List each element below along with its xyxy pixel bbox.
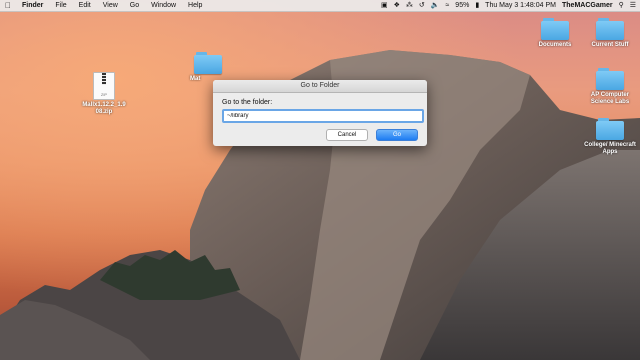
desktop-icon-label: College/ Minecraft Apps bbox=[584, 142, 636, 155]
spotlight-icon[interactable]: ⚲ bbox=[619, 0, 624, 11]
menu-help[interactable]: Help bbox=[182, 0, 208, 11]
folder-icon bbox=[541, 18, 569, 40]
camera-icon[interactable]: ▣ bbox=[381, 0, 388, 11]
menu-go[interactable]: Go bbox=[124, 0, 145, 11]
desktop-folder-ap-computer-science-labs[interactable]: AP Computer Science Labs bbox=[580, 68, 640, 106]
zip-file-icon: ZIP bbox=[93, 72, 115, 100]
go-button[interactable]: Go bbox=[376, 129, 418, 141]
battery-icon: ▮ bbox=[475, 2, 480, 9]
menu-finder[interactable]: Finder bbox=[16, 0, 49, 11]
menu-view[interactable]: View bbox=[97, 0, 124, 11]
dropbox-icon[interactable]: ❖ bbox=[394, 0, 400, 11]
zip-badge: ZIP bbox=[100, 92, 108, 97]
desktop-icon-label: AP Computer Science Labs bbox=[590, 92, 630, 105]
desktop-folder-mat[interactable]: Mat bbox=[188, 52, 228, 83]
desktop-folder-college-minecraft-apps[interactable]: College/ Minecraft Apps bbox=[580, 118, 640, 156]
desktop-icon-label: Current Stuff bbox=[591, 42, 629, 48]
clock[interactable]: Thu May 3 1:48:04 PM bbox=[485, 2, 556, 9]
menu-file[interactable]: File bbox=[49, 0, 72, 11]
menu-edit[interactable]: Edit bbox=[73, 0, 97, 11]
cancel-button[interactable]: Cancel bbox=[326, 129, 368, 141]
desktop-folder-documents[interactable]: Documents bbox=[525, 18, 585, 49]
wallpaper-mountain bbox=[0, 50, 640, 360]
folder-icon bbox=[596, 118, 624, 140]
dialog-title: Go to Folder bbox=[213, 80, 427, 93]
bluetooth-icon[interactable]: ⁂ bbox=[406, 0, 413, 11]
notification-center-icon[interactable]: ☰ bbox=[630, 0, 636, 11]
folder-icon bbox=[194, 52, 222, 74]
wifi-icon[interactable]: ≈ bbox=[445, 0, 449, 11]
go-to-folder-dialog: Go to Folder Go to the folder: Cancel Go bbox=[213, 80, 427, 146]
desktop-icon-label: Documents bbox=[538, 42, 572, 48]
menu-window[interactable]: Window bbox=[145, 0, 182, 11]
folder-icon bbox=[596, 18, 624, 40]
apple-menu-icon[interactable]:  bbox=[0, 0, 16, 11]
desktop:  Finder File Edit View Go Window Help ▣… bbox=[0, 0, 640, 360]
desktop-icon-label: Mallx1.12.2_1.9 08.zip bbox=[82, 102, 126, 115]
dialog-prompt: Go to the folder: bbox=[222, 99, 273, 106]
volume-icon[interactable]: 🔈 bbox=[431, 0, 440, 11]
time-machine-icon[interactable]: ↺ bbox=[419, 0, 425, 11]
folder-path-input[interactable] bbox=[222, 109, 424, 123]
menu-bar:  Finder File Edit View Go Window Help ▣… bbox=[0, 0, 640, 12]
folder-icon bbox=[596, 68, 624, 90]
user-name[interactable]: TheMACGamer bbox=[562, 2, 613, 9]
status-area: ▣ ❖ ⁂ ↺ 🔈 ≈ 95% ▮ Thu May 3 1:48:04 PM T… bbox=[381, 0, 636, 11]
battery-percent[interactable]: 95% bbox=[455, 2, 469, 9]
desktop-folder-current-stuff[interactable]: Current Stuff bbox=[580, 18, 640, 49]
desktop-zip-file[interactable]: ZIP Mallx1.12.2_1.9 08.zip bbox=[74, 72, 134, 116]
